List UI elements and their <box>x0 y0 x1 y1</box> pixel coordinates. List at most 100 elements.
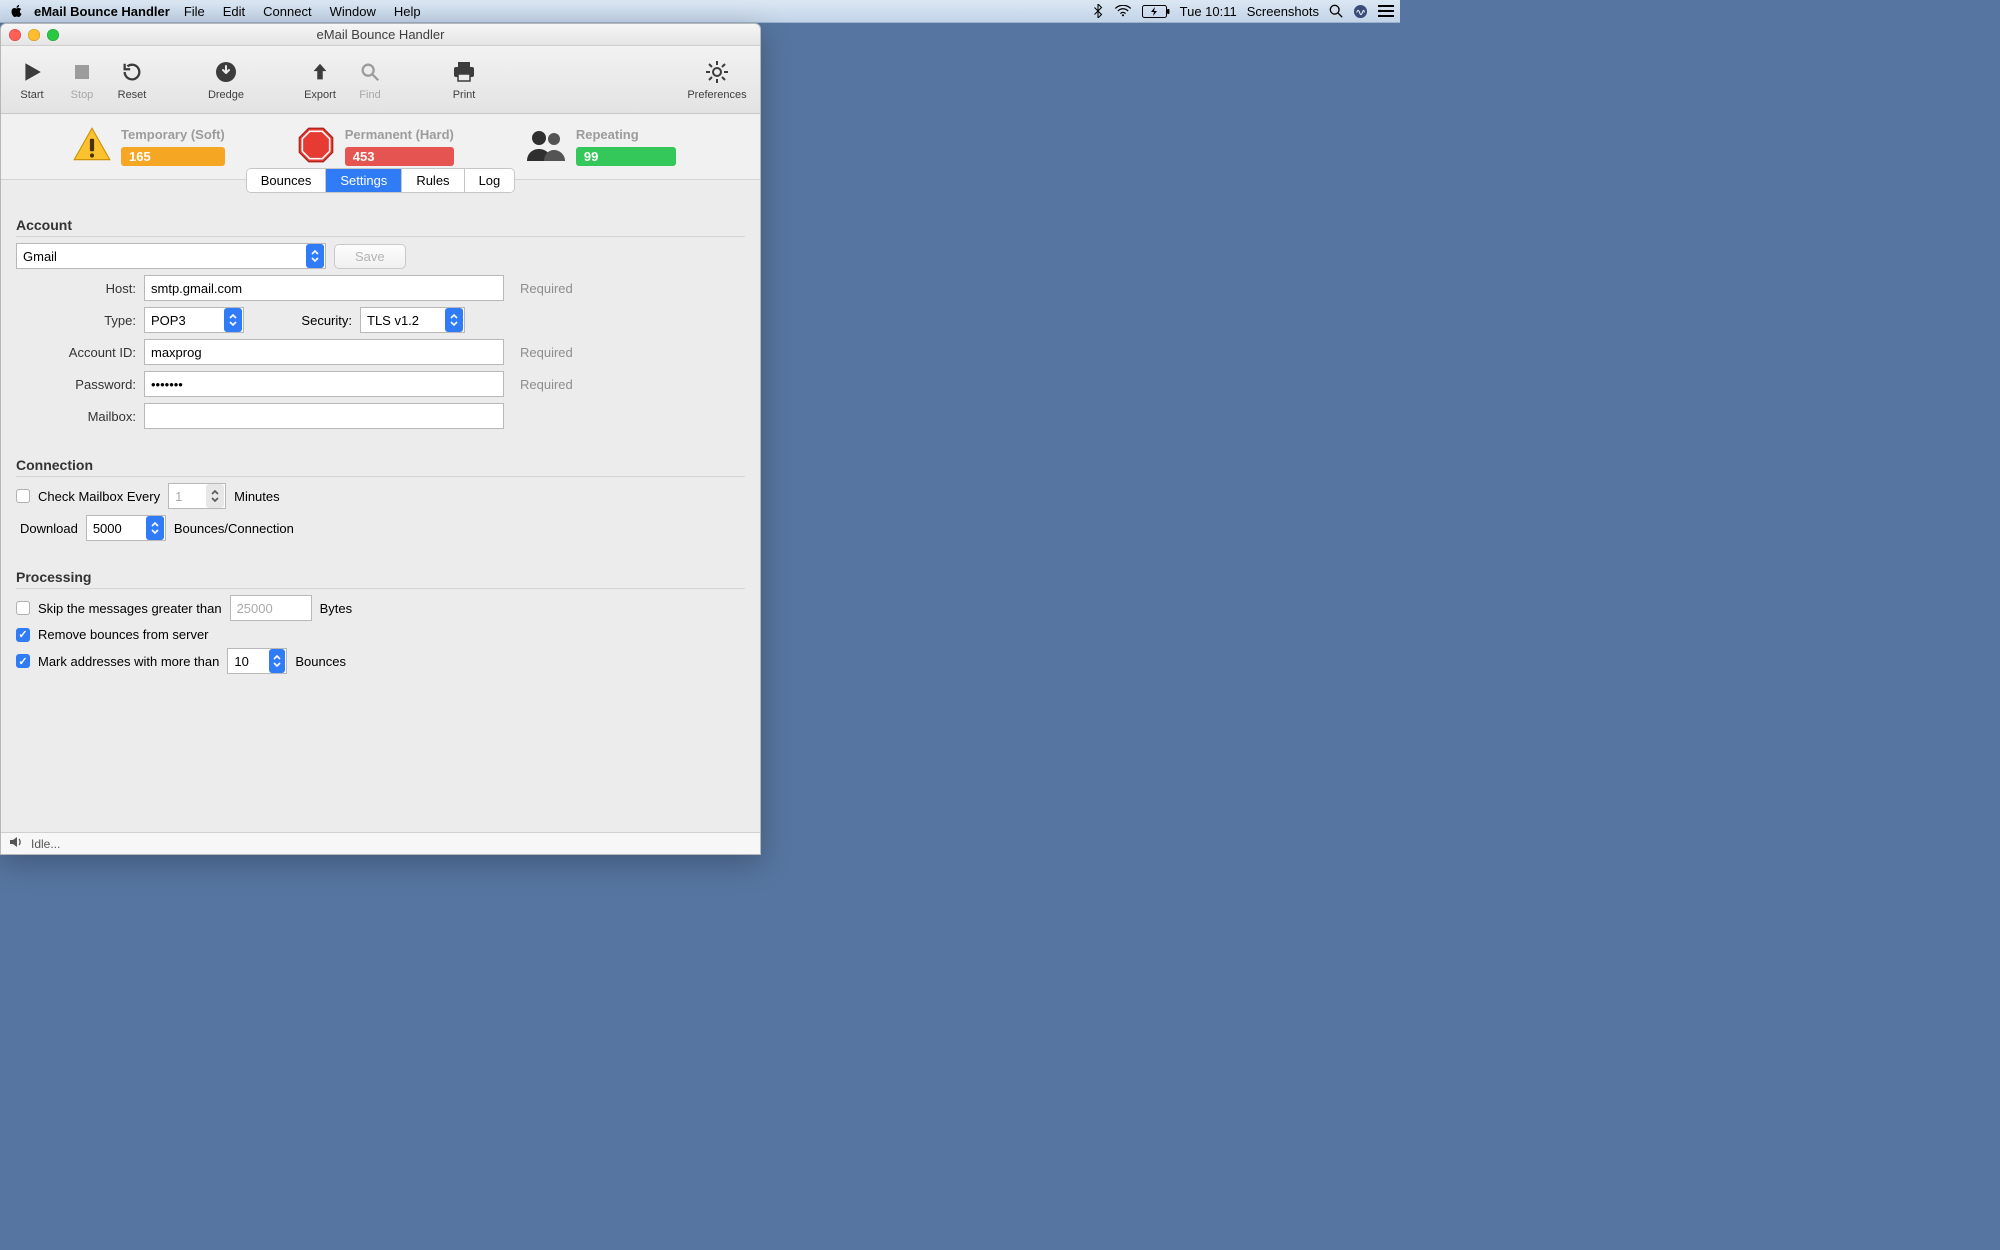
download-count-select[interactable]: 5000 <box>86 515 166 541</box>
type-select[interactable]: POP3 <box>144 307 244 333</box>
save-button[interactable]: Save <box>334 244 406 269</box>
wifi-icon[interactable] <box>1114 5 1132 17</box>
skip-bytes-input[interactable] <box>230 595 312 621</box>
stop-sign-icon <box>295 124 337 169</box>
host-required: Required <box>520 281 573 296</box>
mailbox-input[interactable] <box>144 403 504 429</box>
menubar-clock[interactable]: Tue 10:11 <box>1180 4 1237 19</box>
processing-heading: Processing <box>16 569 745 589</box>
print-button[interactable]: Print <box>441 59 487 101</box>
type-label: Type: <box>16 313 136 328</box>
connection-heading: Connection <box>16 457 745 477</box>
check-mailbox-label: Check Mailbox Every <box>38 489 160 504</box>
stat-temporary: Temporary (Soft) 165 <box>71 124 225 169</box>
upload-arrow-icon <box>309 59 331 85</box>
export-button[interactable]: Export <box>297 59 343 101</box>
menubar-app-name[interactable]: eMail Bounce Handler <box>34 4 170 19</box>
skip-bytes-unit: Bytes <box>320 601 353 616</box>
status-text: Idle... <box>31 837 60 851</box>
stop-button: Stop <box>59 59 105 101</box>
volume-icon <box>9 836 25 851</box>
tab-settings[interactable]: Settings <box>325 169 401 192</box>
account-id-input[interactable] <box>144 339 504 365</box>
menu-connect[interactable]: Connect <box>263 4 311 19</box>
warning-icon <box>71 124 113 169</box>
tab-rules[interactable]: Rules <box>401 169 463 192</box>
menu-file[interactable]: File <box>184 4 205 19</box>
reset-button[interactable]: Reset <box>109 59 155 101</box>
menubar-screenshots[interactable]: Screenshots <box>1247 4 1319 19</box>
account-id-required: Required <box>520 345 573 360</box>
stat-permanent-label: Permanent (Hard) <box>345 127 454 142</box>
tab-bounces[interactable]: Bounces <box>247 169 326 192</box>
app-window: eMail Bounce Handler Start Stop Reset Dr… <box>0 23 761 855</box>
chevron-updown-icon <box>445 308 463 332</box>
host-label: Host: <box>16 281 136 296</box>
toolbar: Start Stop Reset Dredge Export Find Prin… <box>1 46 760 114</box>
chevron-updown-icon <box>206 484 224 508</box>
menu-edit[interactable]: Edit <box>223 4 245 19</box>
menu-help[interactable]: Help <box>394 4 421 19</box>
download-circle-icon <box>214 59 238 85</box>
apple-menu-icon[interactable] <box>10 4 24 18</box>
mark-threshold-select[interactable]: 10 <box>227 648 287 674</box>
mark-threshold-unit: Bounces <box>295 654 346 669</box>
find-button: Find <box>347 59 393 101</box>
chevron-updown-icon <box>269 649 286 673</box>
search-icon <box>359 59 381 85</box>
dredge-button[interactable]: Dredge <box>203 59 249 101</box>
chevron-updown-icon <box>224 308 242 332</box>
account-id-label: Account ID: <box>16 345 136 360</box>
security-label: Security: <box>252 313 352 328</box>
skip-messages-checkbox[interactable] <box>16 601 30 615</box>
settings-panel: Account Gmail Save Host: Required Type: … <box>1 203 760 832</box>
account-provider-select[interactable]: Gmail <box>16 243 326 269</box>
check-interval-unit: Minutes <box>234 489 280 504</box>
mark-addresses-checkbox[interactable] <box>16 654 30 668</box>
tab-log[interactable]: Log <box>464 169 515 192</box>
mailbox-label: Mailbox: <box>16 409 136 424</box>
password-required: Required <box>520 377 573 392</box>
stat-permanent-value: 453 <box>345 147 454 166</box>
macos-menubar: eMail Bounce Handler File Edit Connect W… <box>0 0 1400 23</box>
remove-bounces-label: Remove bounces from server <box>38 627 209 642</box>
stat-temporary-value: 165 <box>121 147 225 166</box>
chevron-updown-icon <box>306 244 324 268</box>
gear-icon <box>705 59 729 85</box>
titlebar[interactable]: eMail Bounce Handler <box>1 24 760 46</box>
printer-icon <box>452 59 476 85</box>
spotlight-icon[interactable] <box>1329 4 1343 18</box>
people-icon <box>524 127 568 166</box>
check-interval-stepper[interactable]: 1 <box>168 483 226 509</box>
download-unit: Bounces/Connection <box>174 521 294 536</box>
stat-repeating-value: 99 <box>576 147 676 166</box>
stop-icon <box>72 59 92 85</box>
bluetooth-icon[interactable] <box>1092 4 1104 18</box>
stat-repeating-label: Repeating <box>576 127 676 142</box>
tab-bar: Bounces Settings Rules Log <box>1 168 760 193</box>
preferences-button[interactable]: Preferences <box>682 59 752 101</box>
siri-icon[interactable] <box>1353 4 1368 19</box>
battery-icon[interactable] <box>1142 5 1170 18</box>
menu-window[interactable]: Window <box>330 4 376 19</box>
check-mailbox-checkbox[interactable] <box>16 489 30 503</box>
notification-center-icon[interactable] <box>1378 5 1394 17</box>
refresh-icon <box>121 59 143 85</box>
stat-permanent: Permanent (Hard) 453 <box>295 124 454 169</box>
download-label: Download <box>20 521 78 536</box>
play-icon <box>21 59 43 85</box>
host-input[interactable] <box>144 275 504 301</box>
security-select[interactable]: TLS v1.2 <box>360 307 465 333</box>
stat-temporary-label: Temporary (Soft) <box>121 127 225 142</box>
window-title: eMail Bounce Handler <box>1 27 760 42</box>
remove-bounces-checkbox[interactable] <box>16 628 30 642</box>
mark-addresses-label: Mark addresses with more than <box>38 654 219 669</box>
password-label: Password: <box>16 377 136 392</box>
status-bar: Idle... <box>1 832 760 854</box>
password-input[interactable] <box>144 371 504 397</box>
chevron-updown-icon <box>146 516 164 540</box>
stat-repeating: Repeating 99 <box>524 124 676 169</box>
skip-messages-label: Skip the messages greater than <box>38 601 222 616</box>
start-button[interactable]: Start <box>9 59 55 101</box>
account-heading: Account <box>16 217 745 237</box>
